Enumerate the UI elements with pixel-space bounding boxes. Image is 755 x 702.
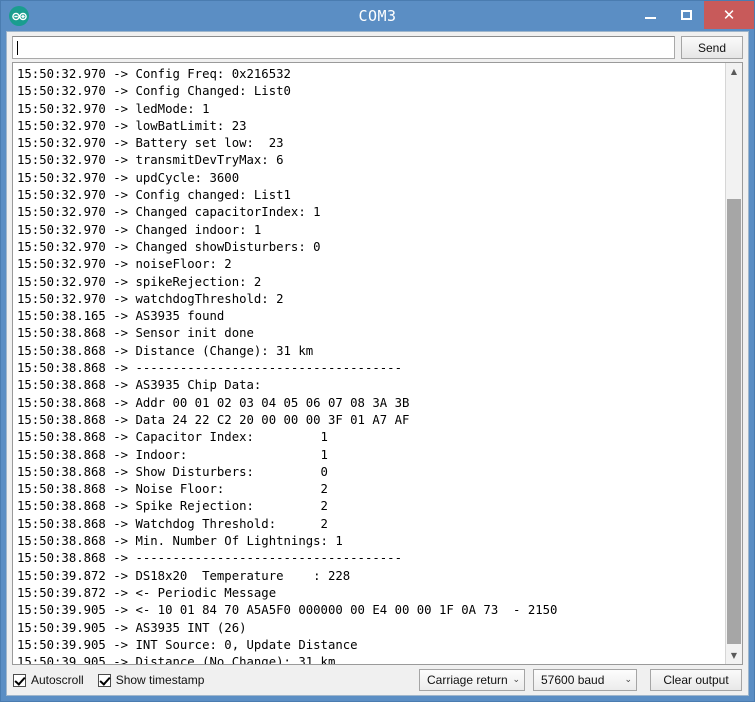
chevron-down-icon: ⌄ <box>512 675 520 685</box>
console-line: 15:50:38.868 -> Show Disturbers: 0 <box>17 464 328 479</box>
autoscroll-checkbox[interactable]: Autoscroll <box>13 673 84 687</box>
console-line: 15:50:38.868 -> ------------------------… <box>17 551 402 566</box>
send-row: Send <box>7 32 748 62</box>
console-wrapper: 15:50:32.970 -> Config Freq: 0x216532 15:… <box>12 62 743 665</box>
chevron-down-icon: ⌄ <box>624 675 632 685</box>
console-line: 15:50:32.970 -> lowBatLimit: 23 <box>17 118 247 133</box>
console-line: 15:50:38.868 -> Min. Number Of Lightning… <box>17 534 343 549</box>
send-input[interactable] <box>12 36 675 59</box>
clear-output-button[interactable]: Clear output <box>650 669 742 691</box>
console-line: 15:50:32.970 -> Config Freq: 0x216532 <box>17 67 291 81</box>
minimize-icon <box>644 17 656 19</box>
line-ending-value: Carriage return <box>427 673 508 687</box>
console-line: 15:50:32.970 -> Changed capacitorIndex: … <box>17 205 321 220</box>
console-line: 15:50:32.970 -> Battery set low: 23 <box>17 136 284 151</box>
minimize-button[interactable] <box>632 1 668 29</box>
console-line: 15:50:39.872 -> DS18x20 Temperature : 22… <box>17 568 351 583</box>
console-line: 15:50:32.970 -> transmitDevTryMax: 6 <box>17 153 284 168</box>
autoscroll-checkbox-box[interactable] <box>13 673 26 687</box>
console-line: 15:50:38.868 -> AS3935 Chip Data: <box>17 378 262 393</box>
console-line: 15:50:38.868 -> Watchdog Threshold: 2 <box>17 516 328 531</box>
text-caret <box>17 40 18 55</box>
console-line: 15:50:32.970 -> Changed showDisturbers: … <box>17 239 321 254</box>
console-line: 15:50:38.868 -> Noise Floor: 2 <box>17 482 328 497</box>
console-line: 15:50:39.905 -> INT Source: 0, Update Di… <box>17 637 358 652</box>
baud-rate-value: 57600 baud <box>541 673 605 687</box>
client-area: Send 15:50:32.970 -> Config Freq: 0x2165… <box>6 31 749 696</box>
console-line: 15:50:39.905 -> AS3935 INT (26) <box>17 620 247 635</box>
console-line: 15:50:32.970 -> Changed indoor: 1 <box>17 222 262 237</box>
console-line: 15:50:32.970 -> spikeRejection: 2 <box>17 274 262 289</box>
console-line: 15:50:39.905 -> Distance (No Change): 31… <box>17 655 336 664</box>
console-line: 15:50:38.868 -> Sensor init done <box>17 326 254 341</box>
console-line: 15:50:38.868 -> Spike Rejection: 2 <box>17 499 328 514</box>
console-line: 15:50:32.970 -> Config changed: List1 <box>17 188 291 203</box>
show-timestamp-checkbox-box[interactable] <box>97 673 111 687</box>
chevron-up-icon[interactable]: ▲ <box>726 63 742 80</box>
console-line: 15:50:38.165 -> AS3935 found <box>17 309 225 324</box>
console-line: 15:50:38.868 -> ------------------------… <box>17 361 402 376</box>
bottom-bar: Autoscroll Show timestamp Carriage retur… <box>7 665 748 695</box>
console-line: 15:50:32.970 -> Config Changed: List0 <box>17 84 291 99</box>
console-line: 15:50:38.868 -> Distance (Change): 31 km <box>17 343 314 358</box>
title-bar: COM3 ✕ <box>1 1 754 31</box>
console-line: 15:50:39.905 -> <- 10 01 84 70 A5A5F0 00… <box>17 603 558 618</box>
console-line: 15:50:32.970 -> updCycle: 3600 <box>17 170 240 185</box>
close-button[interactable]: ✕ <box>704 1 754 29</box>
send-button[interactable]: Send <box>681 36 743 59</box>
console-scrollbar[interactable]: ▲ ▼ <box>725 63 742 664</box>
chevron-down-icon[interactable]: ▼ <box>726 647 742 664</box>
console-line: 15:50:38.868 -> Addr 00 01 02 03 04 05 0… <box>17 395 410 410</box>
console-line: 15:50:32.970 -> watchdogThreshold: 2 <box>17 291 284 306</box>
maximize-button[interactable] <box>668 1 704 29</box>
close-icon: ✕ <box>722 5 736 24</box>
console-line: 15:50:38.868 -> Capacitor Index: 1 <box>17 430 328 445</box>
console-line: 15:50:32.970 -> noiseFloor: 2 <box>17 257 232 272</box>
serial-output-console[interactable]: 15:50:32.970 -> Config Freq: 0x216532 15:… <box>13 63 725 664</box>
show-timestamp-label: Show timestamp <box>115 673 205 687</box>
line-ending-select[interactable]: Carriage return ⌄ <box>419 669 525 691</box>
console-line: 15:50:38.868 -> Indoor: 1 <box>17 447 328 462</box>
scrollbar-thumb[interactable] <box>727 199 741 644</box>
autoscroll-label: Autoscroll <box>31 673 84 687</box>
console-line: 15:50:32.970 -> ledMode: 1 <box>17 101 210 116</box>
console-line: 15:50:39.872 -> <- Periodic Message <box>17 585 277 600</box>
show-timestamp-checkbox[interactable]: Show timestamp <box>97 673 205 687</box>
maximize-icon <box>680 10 692 20</box>
serial-monitor-window: COM3 ✕ Send 15:50:32.970 -> Config Freq:… <box>0 0 755 702</box>
console-line: 15:50:38.868 -> Data 24 22 C2 20 00 00 0… <box>17 412 410 427</box>
baud-rate-select[interactable]: 57600 baud ⌄ <box>533 669 637 691</box>
